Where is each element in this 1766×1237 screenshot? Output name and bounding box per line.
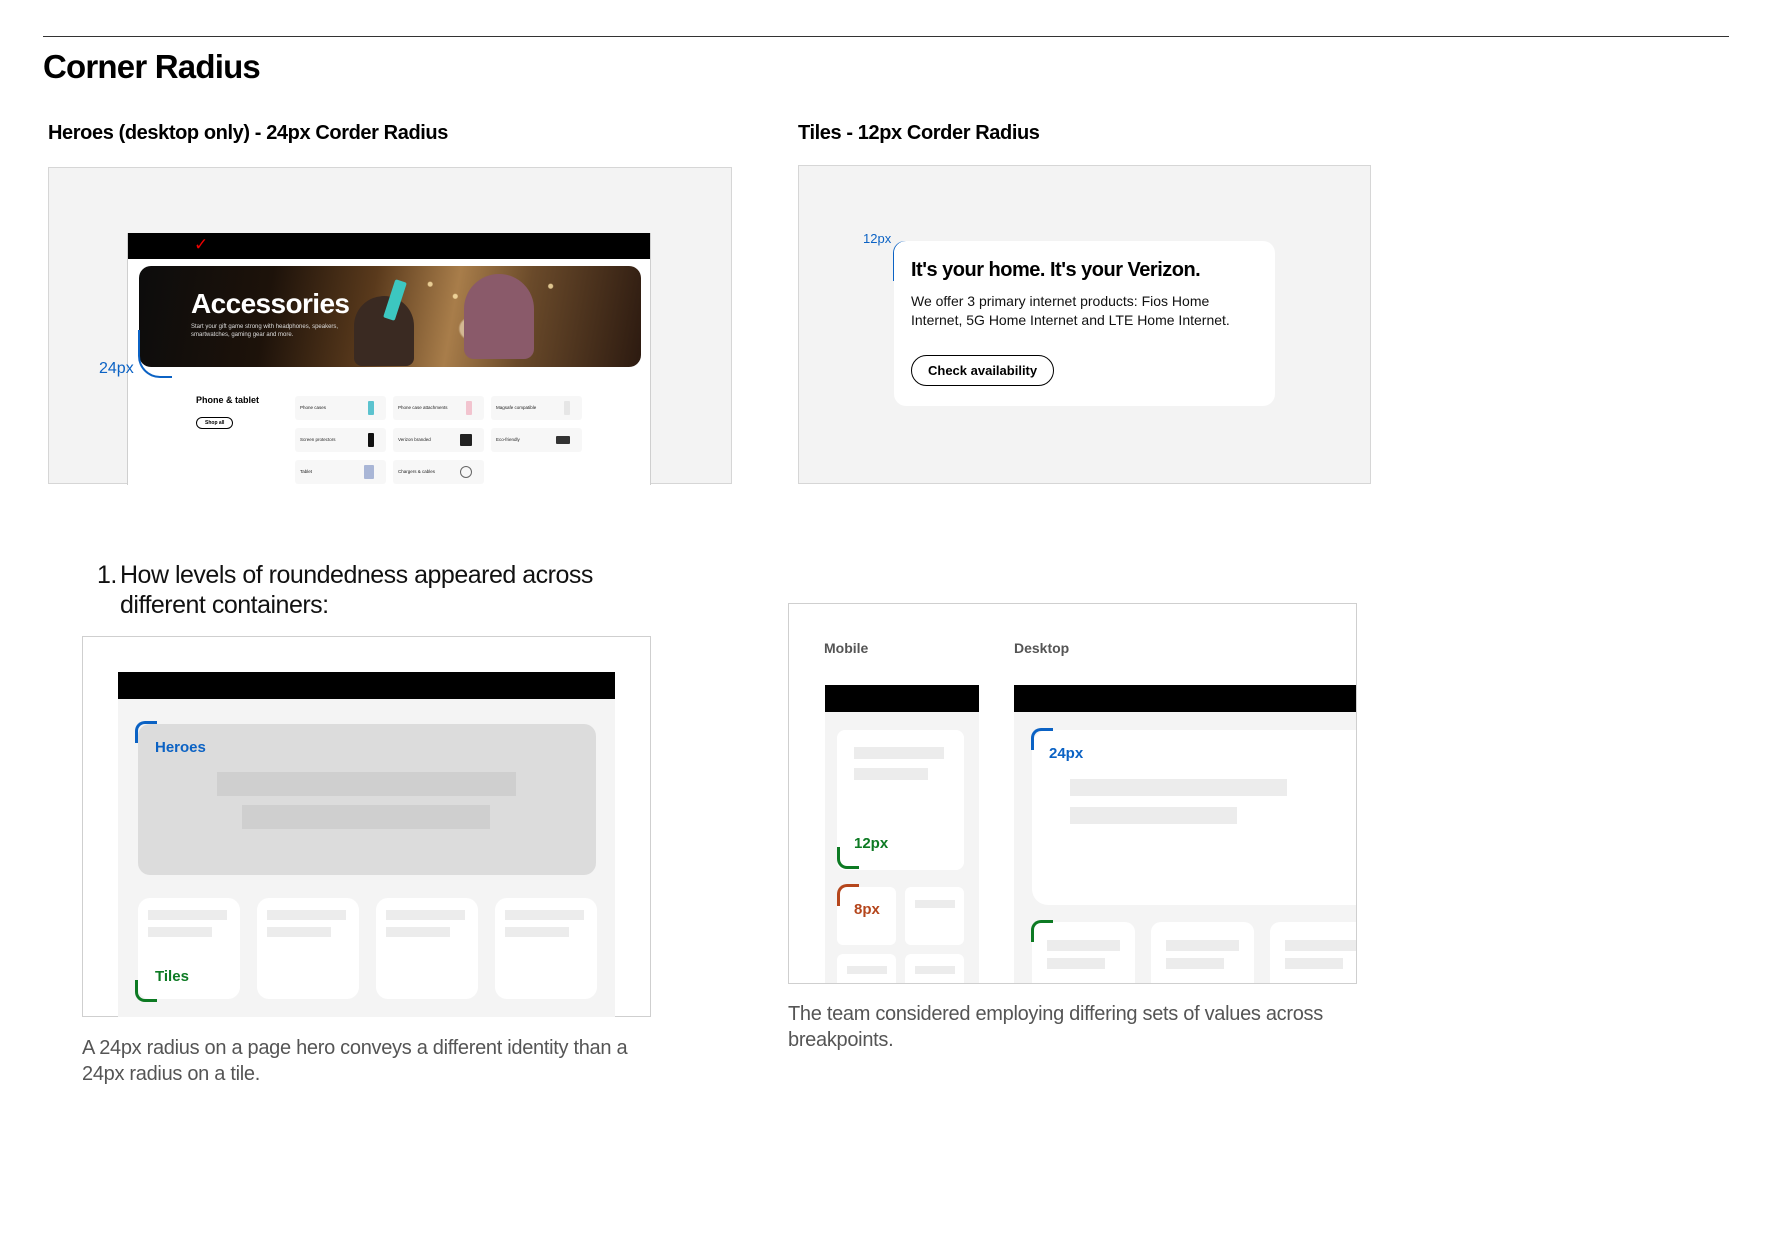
- desktop-24px-label: 24px: [1049, 745, 1084, 762]
- desktop-tile: [1270, 922, 1356, 983]
- mobile-skeleton-line: [854, 768, 928, 780]
- desktop-skeleton-line: [1285, 940, 1356, 951]
- desktop-skeleton-line: [1047, 940, 1120, 951]
- hero-title: Accessories: [191, 288, 350, 319]
- attachment-icon: [466, 401, 472, 415]
- desktop-skeleton-line: [1166, 958, 1224, 969]
- verizon-check-icon: ✓: [194, 235, 209, 254]
- internet-tile-card: It's your home. It's your Verizon. We of…: [894, 241, 1275, 406]
- accessories-hero: Accessories Start your gift game strong …: [139, 266, 641, 367]
- breakpoints-diagram: Mobile Desktop 12px 8px 24px: [788, 603, 1357, 984]
- desktop-skeleton-line: [1070, 807, 1237, 824]
- desktop-tile: [1151, 922, 1254, 983]
- desktop-skeleton-line: [1047, 958, 1105, 969]
- tile-skeleton-line: [386, 910, 465, 920]
- mobile-skeleton-line: [847, 966, 887, 974]
- mobile-8px-label: 8px: [854, 901, 880, 918]
- desktop-skeleton-line: [1070, 779, 1287, 796]
- finding-text: How levels of roundedness appeared acros…: [120, 561, 593, 619]
- heroes-section-title: Heroes (desktop only) - 24px Corder Radi…: [48, 122, 448, 144]
- hero-skeleton-line: [217, 772, 516, 796]
- breakpoints-caption: The team considered employing differing …: [788, 1003, 1323, 1051]
- tile-skeleton-line: [148, 910, 227, 920]
- shop-all-button[interactable]: Shop all: [196, 411, 234, 429]
- tablet-icon: [364, 465, 374, 479]
- hero-subtitle: Start your gift game strong with headpho…: [191, 324, 339, 338]
- page-title: Corner Radius: [43, 48, 261, 85]
- hero-browser-mock: ✓ Accessories Start your gift game stron…: [127, 233, 651, 485]
- tile-skeleton-line: [267, 927, 331, 937]
- desktop-tile-marker: [1031, 920, 1053, 942]
- mobile-12px-label: 12px: [854, 835, 889, 852]
- tile-skeleton-line: [505, 927, 569, 937]
- verizon-branded-icon: [460, 434, 472, 446]
- hero-example-panel: ✓ Accessories Start your gift game stron…: [48, 167, 732, 485]
- hero-radius-label: 24px: [99, 360, 134, 377]
- desktop-header-bar: [1014, 685, 1356, 712]
- child-figure: [354, 296, 414, 366]
- product-tile[interactable]: Screen protectors: [295, 428, 386, 452]
- tiles-label: Tiles: [155, 968, 189, 985]
- tile-card-body: We offer 3 primary internet products: Fi…: [911, 293, 1230, 329]
- product-tile[interactable]: Magsafe compatible: [491, 396, 582, 420]
- product-tile[interactable]: Eco-friendly: [491, 428, 582, 452]
- desktop-skeleton-line: [1285, 958, 1343, 969]
- charger-cable-icon: [460, 466, 472, 478]
- mobile-skeleton-line: [854, 747, 944, 759]
- product-tile[interactable]: Chargers & cables: [393, 460, 484, 484]
- desktop-label: Desktop: [1014, 640, 1070, 656]
- phone-case-icon: [368, 401, 374, 415]
- heroes-corner-marker: [135, 721, 157, 743]
- product-tile[interactable]: Phone cases: [295, 396, 386, 420]
- desktop-skeleton-line: [1166, 940, 1239, 951]
- shop-all-label: Shop all: [196, 417, 234, 429]
- tiles-corner-marker: [135, 980, 157, 1002]
- tile-skeleton-line: [267, 910, 346, 920]
- hero-radius-marker: [138, 330, 172, 378]
- tile-radius-label: 12px: [863, 231, 892, 246]
- tile-skeleton-line: [148, 927, 212, 937]
- product-tile[interactable]: Verizon branded: [393, 428, 484, 452]
- category-title: Phone & tablet: [196, 395, 260, 405]
- heroes-label: Heroes: [155, 739, 206, 756]
- browser-header: ✓: [128, 233, 650, 259]
- mobile-small-tile: [905, 887, 964, 945]
- finding-number: 1.: [97, 561, 117, 589]
- tiles-section-title: Tiles - 12px Corder Radius: [798, 122, 1040, 144]
- tile-skeleton-line: [386, 927, 450, 937]
- product-tile[interactable]: Phone case attachments: [393, 396, 484, 420]
- hero-skeleton-line: [242, 805, 490, 829]
- containers-diagram: Heroes Tiles: [82, 636, 651, 1017]
- diagram-header-bar: [118, 672, 615, 699]
- eco-friendly-icon: [556, 436, 570, 444]
- diagram-hero-block: [138, 724, 596, 875]
- tile-example-panel: 12px It's your home. It's your Verizon. …: [798, 165, 1371, 484]
- girl-figure: [464, 274, 534, 359]
- tile-skeleton-line: [505, 910, 584, 920]
- finding-caption: A 24px radius on a page hero conveys a d…: [82, 1037, 628, 1085]
- mobile-skeleton-line: [915, 966, 955, 974]
- check-availability-button[interactable]: Check availability: [911, 355, 1055, 386]
- screen-protector-icon: [368, 433, 374, 447]
- product-tile[interactable]: Tablet: [295, 460, 386, 484]
- top-divider: [43, 36, 1729, 37]
- magsafe-icon: [564, 401, 570, 415]
- mobile-skeleton-line: [915, 900, 955, 908]
- mobile-label: Mobile: [824, 640, 869, 656]
- mobile-header-bar: [825, 685, 979, 712]
- tile-card-title: It's your home. It's your Verizon.: [911, 259, 1201, 281]
